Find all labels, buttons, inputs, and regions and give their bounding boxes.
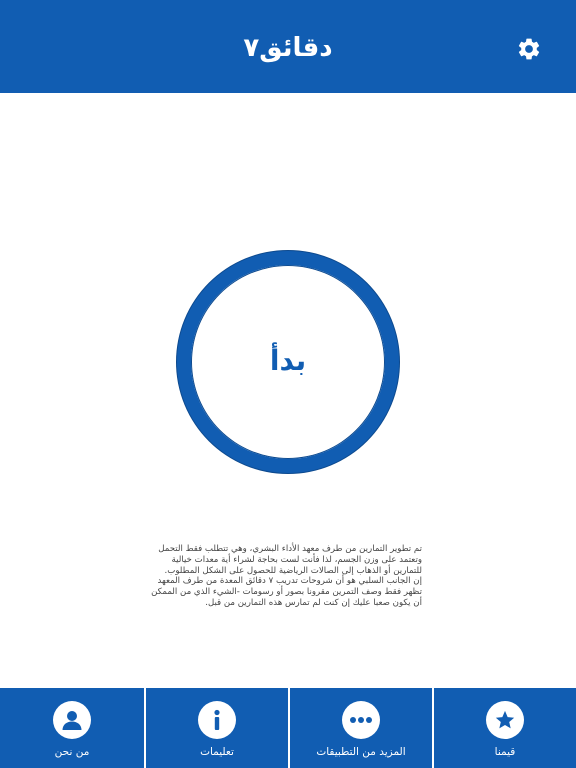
description-line: للتمارين أو الذهاب إلى الصالات الرياضية … — [164, 565, 422, 576]
info-icon — [214, 709, 220, 730]
tab-more-apps[interactable]: المزيد من التطبيقات — [288, 688, 432, 768]
app-title: دقائق٧ — [243, 33, 333, 63]
more-icon — [350, 717, 372, 723]
start-label: بدأ — [269, 344, 307, 377]
star-icon — [495, 710, 515, 729]
app-header: دقائق٧ — [0, 0, 576, 93]
description-line: أن يكون صعبا عليك إن كنت لم تمارس هذه ال… — [205, 597, 422, 608]
tab-about-us[interactable]: من نحن — [0, 688, 144, 768]
tab-label: من نحن — [54, 746, 90, 758]
description-line: وتعتمد على وزن الجسم، لذا فأنت لست بحاجة… — [171, 554, 422, 565]
tab-label: تعليمات — [200, 746, 234, 758]
tab-label: قيمنا — [494, 746, 516, 758]
description-line: إن الجانب السلبي هو أن شروحات تدريب ٧ دق… — [157, 576, 422, 587]
tab-rate-us[interactable]: قيمنا — [432, 688, 576, 768]
gear-icon — [518, 38, 540, 60]
start-button[interactable]: بدأ — [177, 251, 399, 473]
person-icon — [62, 711, 82, 730]
tab-label: المزيد من التطبيقات — [316, 746, 406, 758]
bottom-tab-bar: من نحن تعليمات المزيد من التطبيقات قيمنا — [0, 688, 576, 768]
description-line: تم تطوير التمارين من طرف معهد الأداء الب… — [158, 544, 422, 554]
description-text: تم تطوير التمارين من طرف معهد الأداء الب… — [150, 544, 422, 609]
description-line: تظهر فقط وصف التمرين مقرونا بصور أو رسوم… — [151, 587, 422, 598]
tab-instructions[interactable]: تعليمات — [144, 688, 288, 768]
settings-button[interactable] — [513, 33, 545, 65]
